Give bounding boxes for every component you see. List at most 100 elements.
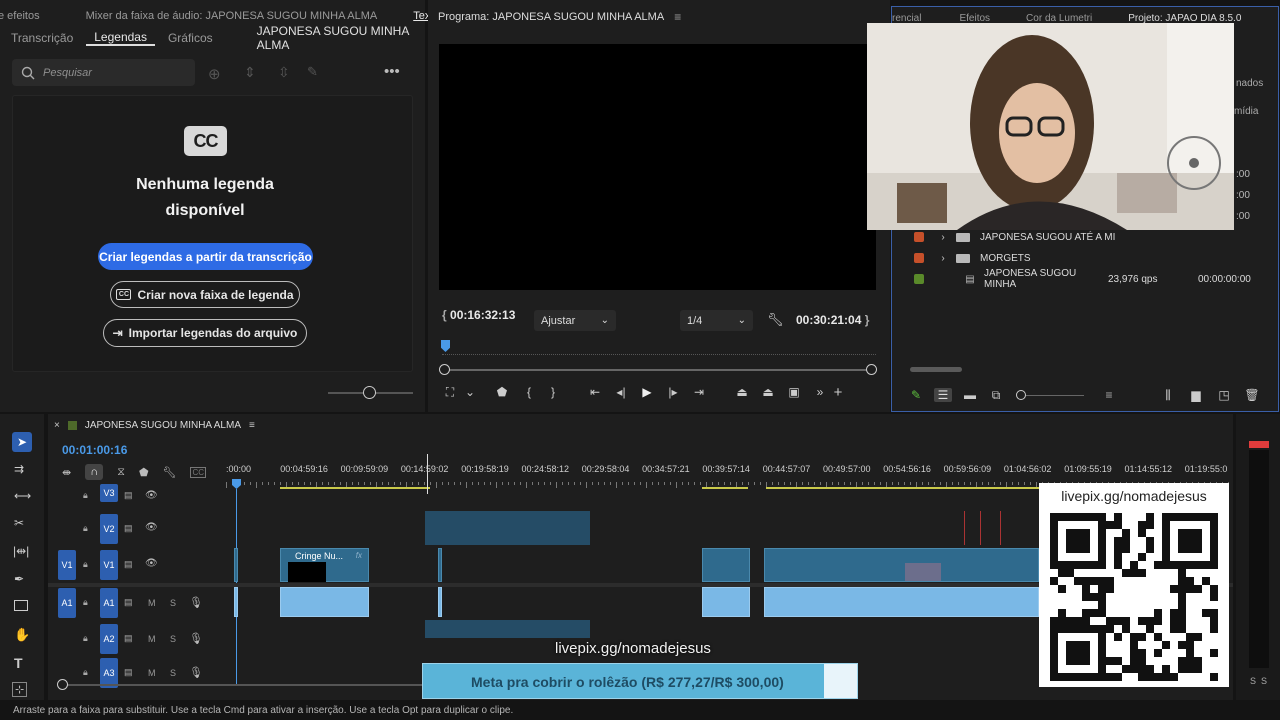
insert-nest-icon[interactable]: ⇼ — [62, 466, 71, 479]
edit-caption-icon[interactable]: ✎ — [307, 64, 318, 80]
selection-tool-icon[interactable]: ➤ — [12, 432, 32, 452]
eye-icon[interactable]: 👁︎ — [145, 490, 158, 501]
new-item-icon[interactable]: ◳ — [1216, 388, 1232, 402]
razor-icon[interactable]: ✂ — [14, 516, 24, 530]
icon-view-icon[interactable]: ▬ — [962, 388, 978, 402]
pencil-icon[interactable]: ✎ — [908, 388, 924, 402]
create-from-transcript-button[interactable]: Criar legendas a partir da transcrição — [98, 243, 313, 270]
video-clip-v2[interactable] — [425, 511, 590, 545]
timeline-tab[interactable]: × JAPONESA SUGOU MINHA ALMA ≡ — [54, 420, 255, 431]
audio-clip[interactable] — [764, 587, 1039, 617]
timeline-timecode[interactable]: 00:01:00:16 — [62, 443, 127, 457]
audio-clip[interactable] — [234, 587, 238, 617]
zoom-line[interactable] — [1026, 394, 1084, 396]
search-input[interactable]: Pesquisar — [43, 67, 92, 79]
video-clip[interactable] — [438, 548, 442, 582]
tab-transcription[interactable]: Transcrição — [3, 31, 81, 45]
timeline-scrollbar[interactable] — [62, 684, 462, 686]
lock-icon[interactable]: 🔒︎ — [83, 559, 88, 570]
chevron-right-icon[interactable]: › — [938, 253, 948, 264]
track-target-v2[interactable]: V2 — [100, 514, 118, 544]
sync-lock-icon[interactable]: ▤ — [124, 633, 133, 644]
mute-button[interactable]: M — [148, 634, 156, 644]
mute-button[interactable]: M — [148, 598, 156, 608]
lock-icon[interactable]: 🔒︎ — [83, 667, 88, 678]
audio-clip-a2[interactable] — [425, 620, 590, 638]
wrench-icon[interactable]: 🔧︎ — [767, 312, 784, 328]
timeline-menu-icon[interactable]: ≡ — [249, 420, 255, 431]
tab-effects[interactable]: e efeitos — [0, 10, 48, 22]
audio-clip[interactable] — [280, 587, 369, 617]
monitor-scrollbar[interactable] — [444, 369, 872, 371]
video-clip[interactable] — [234, 548, 238, 582]
project-item-row[interactable]: ▤ JAPONESA SUGOU MINHA 23,976 qps 00:00:… — [892, 268, 1278, 290]
tab-audio-mixer[interactable]: Mixer da faixa de áudio: JAPONESA SUGOU … — [78, 10, 386, 22]
add-marker-icon[interactable]: ⬟ — [496, 385, 508, 399]
slip-icon[interactable]: |⇹| — [13, 544, 29, 558]
sync-lock-icon[interactable]: ▤ — [124, 597, 133, 608]
video-clip[interactable]: Cringe Nu... fx — [280, 548, 369, 582]
monitor-ruler[interactable] — [442, 343, 876, 355]
chevron-right-icon[interactable]: › — [938, 232, 948, 243]
resolution-dropdown[interactable]: 1/4 ⌄ — [680, 310, 753, 331]
solo-button[interactable]: S — [170, 668, 176, 678]
ripple-edit-icon[interactable]: ⟷ — [14, 489, 31, 503]
type-tool-icon[interactable]: T — [14, 655, 23, 671]
eye-icon[interactable]: 👁︎ — [145, 558, 158, 569]
lift-icon[interactable]: ⏏ — [734, 385, 750, 399]
play-icon[interactable]: ▶ — [640, 385, 654, 399]
linked-selection-icon[interactable]: ⧖ — [117, 466, 125, 479]
step-back-icon[interactable]: ◂| — [614, 385, 628, 399]
go-to-out-icon[interactable]: ⇥ — [692, 385, 706, 399]
close-icon[interactable]: × — [54, 420, 60, 431]
extract-icon[interactable]: ⏏ — [760, 385, 776, 399]
project-item-row[interactable]: › JAPONESA SUGOU ATÉ A MI — [892, 227, 1278, 247]
mark-in-icon[interactable]: { — [524, 385, 534, 399]
microphone-icon[interactable]: 🎙︎ — [189, 596, 203, 609]
meter-solo-label[interactable]: S — [1250, 676, 1256, 686]
sync-lock-icon[interactable]: ▤ — [124, 490, 133, 501]
track-target-a1[interactable]: A1 — [100, 588, 118, 618]
audio-clip[interactable] — [702, 587, 750, 617]
new-caption-track-button[interactable]: CC Criar nova faixa de legenda — [110, 281, 300, 308]
mark-out-icon[interactable]: } — [548, 385, 558, 399]
zoom-slider-handle[interactable] — [363, 386, 376, 399]
source-patch-v1[interactable]: V1 — [58, 550, 76, 580]
import-captions-button[interactable]: ⇥ Importar legendas do arquivo — [103, 319, 307, 347]
automate-icon[interactable]: ⫼ — [1160, 388, 1176, 403]
scroll-handle-left[interactable] — [57, 679, 68, 690]
project-scrollbar[interactable] — [910, 367, 962, 372]
new-bin-icon[interactable]: ▆ — [1188, 388, 1204, 402]
track-select-icon[interactable]: ⇉ — [14, 462, 24, 476]
step-forward-icon[interactable]: |▸ — [666, 385, 680, 399]
search-box[interactable]: Pesquisar — [12, 59, 195, 86]
captions-toggle-icon[interactable]: CC — [190, 466, 207, 478]
trash-icon[interactable]: 🗑︎ — [1244, 388, 1260, 402]
lock-icon[interactable]: 🔒︎ — [83, 597, 88, 608]
track-target-v1[interactable]: V1 — [100, 550, 118, 580]
rectangle-tool-icon[interactable] — [14, 600, 28, 611]
go-to-in-icon[interactable]: ⇤ — [588, 385, 602, 399]
lock-icon[interactable]: 🔒︎ — [83, 490, 88, 501]
video-clip[interactable] — [764, 548, 1039, 582]
video-clip[interactable] — [702, 548, 750, 582]
add-caption-icon[interactable]: ⊕ — [208, 65, 221, 83]
scroll-handle-right[interactable] — [866, 364, 877, 375]
more-options-icon[interactable]: ••• — [384, 63, 400, 80]
track-target-v3[interactable]: V3 — [100, 484, 118, 502]
eye-icon[interactable]: 👁︎ — [145, 522, 158, 533]
sync-lock-icon[interactable]: ▤ — [124, 559, 133, 570]
zoom-circle-icon[interactable] — [1016, 390, 1026, 400]
split-caption-icon[interactable]: ⇕ — [244, 64, 256, 81]
source-patch-a1[interactable]: A1 — [58, 588, 76, 618]
solo-button[interactable]: S — [170, 598, 176, 608]
merge-caption-icon[interactable]: ⇳ — [278, 64, 290, 81]
add-button-icon[interactable]: + — [832, 384, 844, 401]
monitor-menu-icon[interactable]: ≡ — [674, 10, 681, 24]
lock-icon[interactable]: 🔒︎ — [83, 633, 88, 644]
pen-tool-icon[interactable]: ✒ — [14, 572, 24, 586]
safe-margins-icon[interactable]: ⛶ — [442, 385, 458, 400]
lock-icon[interactable]: 🔒︎ — [83, 523, 88, 534]
microphone-icon[interactable]: 🎙︎ — [189, 666, 203, 679]
list-view-icon[interactable]: ☰ — [934, 388, 952, 402]
